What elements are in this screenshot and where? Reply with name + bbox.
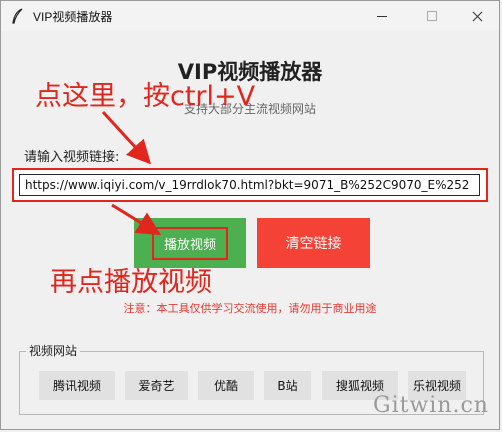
- url-input[interactable]: [19, 174, 480, 196]
- maximize-button[interactable]: [409, 1, 455, 31]
- site-button-bilibili[interactable]: B站: [264, 371, 311, 400]
- site-button-tencent[interactable]: 腾讯视频: [39, 371, 115, 400]
- site-button-iqiyi[interactable]: 爱奇艺: [125, 371, 188, 400]
- window-title: VIP视频播放器: [33, 10, 113, 24]
- instruction-annotation-play: 再点播放视频: [50, 267, 212, 298]
- watermark: Gitwin.cn: [373, 393, 489, 418]
- clear-link-button[interactable]: 清空链接: [257, 218, 370, 268]
- title-bar: VIP视频播放器: [1, 1, 499, 31]
- clear-link-label: 清空链接: [285, 236, 342, 252]
- site-button-youku[interactable]: 优酷: [198, 371, 254, 400]
- disclaimer-notice: 注意：本工具仅供学习交流使用，请勿用于商业用途: [123, 302, 377, 315]
- feather-icon: [12, 8, 23, 24]
- play-video-label: 播放视频: [151, 226, 228, 260]
- instruction-annotation-paste: 点这里，按ctrl+V: [35, 81, 256, 112]
- close-button[interactable]: [455, 1, 501, 31]
- video-sites-group-label: 视频网站: [26, 342, 81, 359]
- url-input-label: 请输入视频链接:: [24, 150, 120, 165]
- minimize-button[interactable]: [359, 1, 405, 31]
- url-input-highlight: [12, 168, 488, 202]
